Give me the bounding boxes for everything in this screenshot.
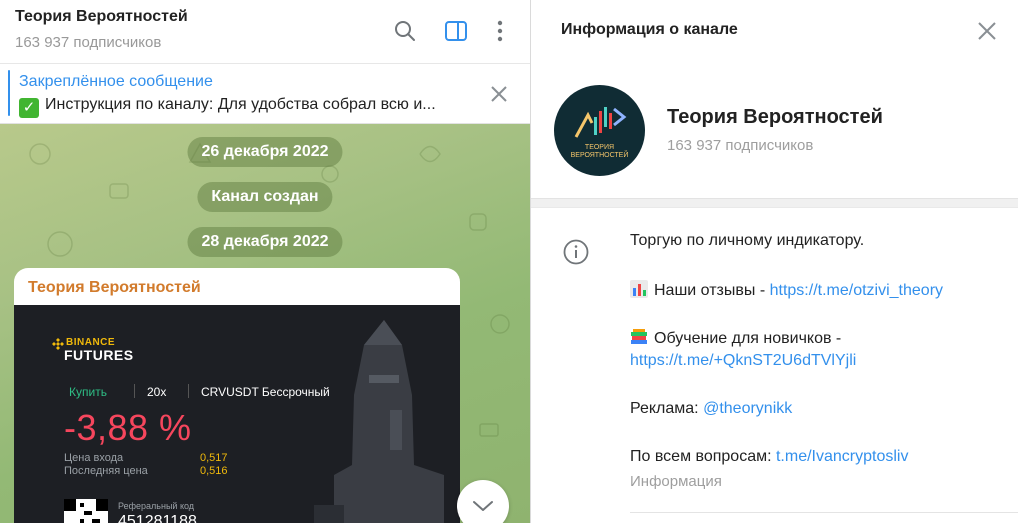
description-line: Реклама: @theorynikk: [630, 400, 792, 418]
referral-code: 451281188: [118, 513, 197, 523]
info-icon: [563, 239, 589, 265]
avatar-text: ТЕОРИЯ: [584, 144, 615, 151]
description-line: Торгую по личному индикатору.: [630, 232, 865, 249]
trade-pair: CRVUSDT Бессрочный: [201, 385, 330, 399]
books-emoji-icon: [631, 329, 647, 344]
binance-logo-icon: [52, 338, 64, 350]
sidebar-toggle-icon[interactable]: [443, 18, 469, 44]
chat-column: Теория Вероятностей 163 937 подписчиков …: [0, 0, 530, 523]
channel-subscriber-count: 163 937 подписчиков: [667, 137, 814, 154]
last-price-label: Последняя цена: [64, 465, 148, 477]
info-caption: Информация: [630, 473, 722, 490]
post-author[interactable]: Теория Вероятностей: [28, 279, 201, 297]
chat-subscriber-count: 163 937 подписчиков: [15, 34, 162, 51]
avatar-text: ВЕРОЯТНОСТЕЙ: [570, 152, 629, 159]
description-text: Обучение для новичков -: [654, 330, 842, 347]
entry-price-label: Цена входа: [64, 452, 124, 464]
scroll-down-button[interactable]: [457, 480, 509, 523]
referral-label: Реферальный код: [118, 501, 195, 511]
search-icon[interactable]: [392, 18, 418, 44]
pinned-indicator: [8, 70, 10, 116]
close-icon[interactable]: [976, 20, 998, 42]
trade-leverage: 20x: [147, 385, 167, 399]
pinned-text: ✓ Инструкция по каналу: Для удобства собр…: [19, 96, 459, 118]
post-image[interactable]: BINANCE FUTURES Купить 20x CRVUSDT Бесср…: [14, 305, 460, 523]
channel-info-panel: Информация о канале ТЕОРИЯ ВЕРОЯТНОСТЕЙ …: [530, 0, 1018, 523]
binance-product: FUTURES: [64, 347, 134, 363]
date-separator: 28 декабря 2022: [187, 227, 343, 257]
chevron-down-icon: [473, 501, 493, 511]
pinned-text-content: Инструкция по каналу: Для удобства собра…: [45, 96, 436, 113]
separator: [188, 384, 189, 398]
info-panel-title: Информация о канале: [561, 21, 738, 38]
description-line: По всем вопросам: t.me/Ivancryptosliv: [630, 448, 908, 466]
pinned-message[interactable]: Закреплённое сообщение ✓ Инструкция по ка…: [0, 64, 530, 124]
entry-price-value: 0,517: [200, 452, 228, 464]
date-separator: 26 декабря 2022: [187, 137, 343, 167]
last-price-value: 0,516: [200, 465, 228, 477]
chat-header[interactable]: Теория Вероятностей 163 937 подписчиков: [0, 0, 530, 64]
service-message: Канал создан: [197, 182, 333, 212]
trade-pnl: -3,88 %: [64, 407, 192, 448]
ads-contact-link[interactable]: @theorynikk: [703, 400, 792, 417]
description-line: Обучение для новичков -: [630, 328, 841, 348]
qr-code: [64, 499, 108, 523]
description-text: Реклама:: [630, 400, 704, 417]
education-link[interactable]: https://t.me/+QknST2U6dTVlYjli: [630, 352, 856, 369]
check-emoji-icon: ✓: [19, 98, 39, 118]
channel-name: Теория Вероятностей: [667, 106, 883, 128]
section-divider: [531, 198, 1018, 208]
trade-side: Купить: [69, 385, 107, 399]
description-text: Наши отзывы -: [654, 282, 770, 299]
chat-background: 26 декабря 2022 Канал создан 28 декабря …: [0, 124, 530, 523]
channel-post[interactable]: Теория Вероятностей BINANCE FUTURES Купи…: [14, 268, 460, 523]
channel-avatar[interactable]: ТЕОРИЯ ВЕРОЯТНОСТЕЙ: [554, 85, 645, 176]
avatar-logo: [574, 107, 627, 138]
chat-title[interactable]: Теория Вероятностей: [15, 8, 188, 26]
separator: [134, 384, 135, 398]
divider: [630, 512, 1018, 513]
description-text: По всем вопросам:: [630, 448, 776, 465]
pinned-title: Закреплённое сообщение: [19, 73, 213, 90]
description-line: Наши отзывы - https://t.me/otzivi_theory: [630, 280, 943, 300]
rocket-illustration: [314, 320, 444, 523]
close-icon[interactable]: [488, 83, 510, 105]
chart-emoji-icon: [630, 280, 648, 298]
description-line: https://t.me/+QknST2U6dTVlYjli: [630, 352, 856, 370]
support-link[interactable]: t.me/Ivancryptosliv: [776, 448, 908, 465]
reviews-link[interactable]: https://t.me/otzivi_theory: [770, 282, 943, 299]
more-vertical-icon[interactable]: [487, 18, 513, 44]
